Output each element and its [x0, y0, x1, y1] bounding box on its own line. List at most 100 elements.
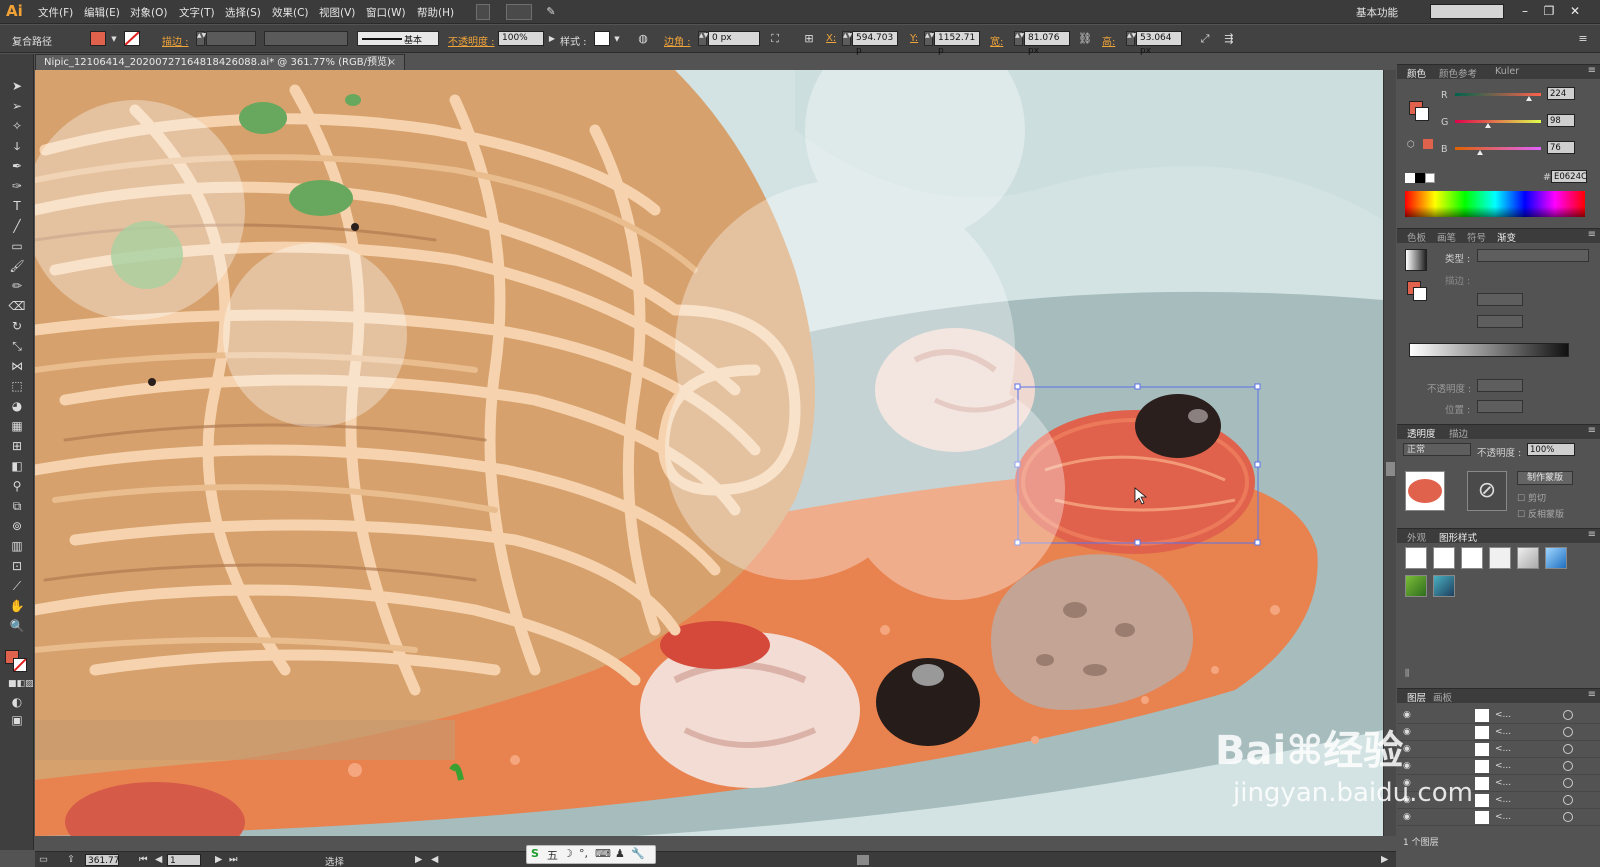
direct-selection-tool-icon[interactable]: ➢ — [8, 98, 26, 115]
target-icon[interactable] — [1563, 812, 1573, 822]
layer-name[interactable]: <... — [1495, 761, 1511, 771]
minimize-button[interactable]: – — [1514, 2, 1536, 20]
opacity-field[interactable]: 100% — [498, 31, 544, 46]
pencil-tool-icon[interactable]: ✏ — [8, 278, 26, 295]
shape-builder-tool-icon[interactable]: ◕ — [8, 398, 26, 415]
fill-swatch[interactable] — [90, 31, 106, 46]
tab-layers[interactable]: 图层 — [1407, 690, 1426, 704]
eye-icon[interactable]: ◉ — [1403, 761, 1411, 771]
mesh-tool-icon[interactable]: ⊞ — [8, 438, 26, 455]
status-arrow-icon[interactable]: ▶ — [415, 854, 422, 865]
r-field[interactable]: 224 — [1547, 87, 1575, 100]
magic-wand-tool-icon[interactable]: ✧ — [8, 118, 26, 135]
menu-edit[interactable]: 编辑(E) — [84, 5, 120, 20]
layer-name[interactable]: <... — [1495, 812, 1511, 822]
white-swatch[interactable] — [1425, 173, 1435, 183]
x-stepper[interactable]: ▲▼ — [842, 31, 852, 46]
align-icon[interactable]: ⛶ — [768, 32, 782, 46]
brush-definition-dropdown[interactable]: 基本 — [357, 31, 439, 46]
invert-mask-checkbox[interactable]: ☐ 反相蒙版 — [1517, 507, 1564, 520]
y-label[interactable]: Y: — [910, 33, 918, 44]
layer-row[interactable]: ◉ <... — [1397, 809, 1600, 826]
transform-icon[interactable]: ⤢ — [1198, 32, 1212, 46]
opacity-arrow-icon[interactable]: ▶ — [545, 32, 559, 46]
clip-checkbox[interactable]: ☐ 剪切 — [1517, 491, 1546, 504]
color-spectrum[interactable] — [1405, 191, 1585, 217]
user-icon[interactable]: ♟ — [615, 847, 625, 860]
tab-symbols[interactable]: 符号 — [1467, 230, 1486, 244]
none-swatch[interactable] — [1405, 173, 1415, 183]
layer-name[interactable]: <... — [1495, 710, 1511, 720]
layer-name[interactable]: <... — [1495, 744, 1511, 754]
style-blue[interactable] — [1545, 547, 1567, 569]
close-button[interactable]: ✕ — [1564, 2, 1586, 20]
b-slider-knob[interactable] — [1477, 150, 1483, 155]
corner-label[interactable]: 边角 : — [664, 33, 691, 48]
chevron-down-icon[interactable]: ▼ — [107, 32, 121, 46]
tab-transparency[interactable]: 透明度 — [1407, 426, 1436, 440]
height-label[interactable]: 高: — [1102, 33, 1115, 48]
draw-mode-icon[interactable]: ◐ — [8, 694, 26, 711]
menu-object[interactable]: 对象(O) — [130, 5, 167, 20]
layer-row[interactable]: ◉ <... — [1397, 792, 1600, 809]
menu-view[interactable]: 视图(V) — [319, 5, 355, 20]
stroke-color-icon[interactable] — [1415, 107, 1429, 121]
isolate-icon[interactable]: ⇶ — [1222, 32, 1236, 46]
scrollbar-thumb[interactable] — [1386, 462, 1395, 476]
workspace-switcher[interactable]: 基本功能 — [1356, 5, 1398, 20]
line-tool-icon[interactable]: ╱ — [8, 218, 26, 235]
height-stepper[interactable]: ▲▼ — [1126, 31, 1136, 46]
panel-menu-icon[interactable]: ≡ — [1588, 529, 1596, 540]
style-white[interactable] — [1461, 547, 1483, 569]
scroll-right-icon[interactable]: ▶ — [1381, 854, 1388, 865]
stroke-swatch[interactable] — [124, 31, 140, 46]
g-field[interactable]: 98 — [1547, 114, 1575, 127]
y-field[interactable]: 1152.71 p — [934, 31, 980, 56]
eye-icon[interactable]: ◉ — [1403, 744, 1411, 754]
width-label[interactable]: 宽: — [990, 33, 1003, 48]
layer-row[interactable]: ◉ <... — [1397, 758, 1600, 775]
target-icon[interactable] — [1563, 710, 1573, 720]
out-of-gamut-icon[interactable]: ⬡ — [1407, 140, 1415, 150]
eye-icon[interactable]: ◉ — [1403, 727, 1411, 737]
symbol-sprayer-tool-icon[interactable]: ⊚ — [8, 518, 26, 535]
tab-kuler[interactable]: Kuler — [1495, 66, 1519, 77]
stroke-color-icon[interactable] — [1413, 287, 1427, 301]
panel-menu-icon[interactable]: ≡ — [1588, 689, 1596, 700]
b-field[interactable]: 76 — [1547, 141, 1575, 154]
style-shadow[interactable] — [1517, 547, 1539, 569]
lasso-tool-icon[interactable]: ↆ — [8, 138, 26, 155]
web-safe-swatch[interactable] — [1423, 139, 1433, 149]
g-slider[interactable] — [1455, 120, 1541, 123]
tab-brushes[interactable]: 画笔 — [1437, 230, 1456, 244]
y-stepper[interactable]: ▲▼ — [924, 31, 934, 46]
target-icon[interactable] — [1563, 795, 1573, 805]
document-tab[interactable]: Nipic_12106414_20200727164818426088.ai* … — [35, 54, 405, 70]
zoom-tool-icon[interactable]: 🔍 — [8, 618, 26, 635]
r-slider-knob[interactable] — [1526, 96, 1532, 101]
eyedropper-tool-icon[interactable]: ⚲ — [8, 478, 26, 495]
reference-point-icon[interactable]: ⊞ — [802, 32, 816, 46]
recolor-artwork-icon[interactable]: ◍ — [636, 32, 650, 46]
graphic-style-swatch[interactable] — [594, 31, 610, 46]
panel-menu-icon[interactable]: ≡ — [1588, 425, 1596, 436]
type-tool-icon[interactable]: T — [8, 198, 26, 215]
menu-file[interactable]: 文件(F) — [38, 5, 73, 20]
arrange-documents-icon[interactable] — [506, 4, 532, 20]
next-artboard-icon[interactable]: ▶ — [215, 854, 222, 865]
layer-row[interactable]: ◉ <... — [1397, 724, 1600, 741]
free-transform-tool-icon[interactable]: ⬚ — [8, 378, 26, 395]
style-default[interactable] — [1405, 547, 1427, 569]
layer-name[interactable]: <... — [1495, 727, 1511, 737]
tab-color[interactable]: 颜色 — [1407, 66, 1426, 80]
variable-width-dropdown[interactable] — [264, 31, 348, 46]
gpu-icon[interactable]: ✎ — [544, 5, 558, 19]
tab-gradient[interactable]: 渐变 — [1497, 230, 1516, 244]
stroke-label[interactable]: 描边 : — [162, 33, 189, 48]
tab-color-guide[interactable]: 颜色参考 — [1439, 66, 1477, 80]
zoom-menu-icon[interactable]: ▭ — [39, 854, 48, 865]
prev-artboard-icon[interactable]: ◀ — [155, 854, 162, 865]
menu-window[interactable]: 窗口(W) — [366, 5, 406, 20]
black-swatch[interactable] — [1415, 173, 1425, 183]
stroke-color-icon[interactable] — [13, 658, 27, 672]
